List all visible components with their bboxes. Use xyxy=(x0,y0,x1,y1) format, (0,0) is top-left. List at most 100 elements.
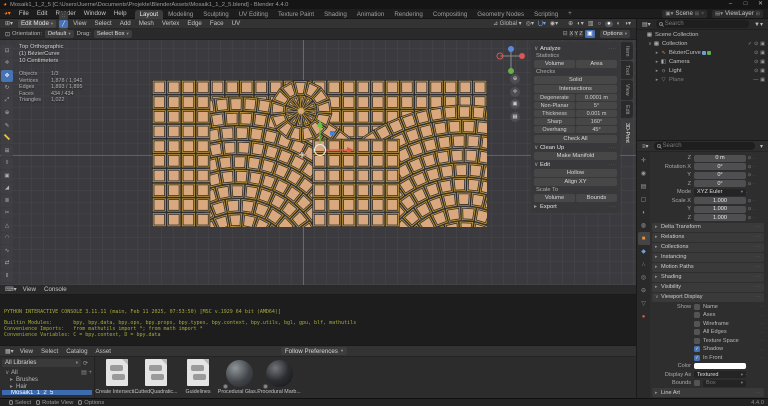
outliner-search-input[interactable]: Search xyxy=(656,20,749,28)
tool-scale[interactable]: ⤢ xyxy=(1,95,13,107)
animate-dot[interactable]: · xyxy=(753,164,758,169)
check-thickness-button[interactable]: Thickness xyxy=(534,110,575,117)
area-button[interactable]: Area xyxy=(576,60,617,68)
animate-dot[interactable]: · xyxy=(761,330,766,335)
tool-measure[interactable]: 📏 xyxy=(1,133,13,145)
tool-knife[interactable]: ✂ xyxy=(1,208,13,220)
eye-icon[interactable]: ⊙ xyxy=(754,50,758,56)
tool-move[interactable]: ✥ xyxy=(1,70,13,82)
tool-cursor[interactable]: ✛ xyxy=(1,58,13,70)
animate-dot[interactable]: · xyxy=(746,372,751,377)
viewport-menu-uv[interactable]: UV xyxy=(228,20,245,27)
workspace-tab-layout[interactable]: Layout xyxy=(135,10,164,19)
eye-closed-icon[interactable]: — xyxy=(753,77,758,83)
drag-dropdown[interactable]: Select Box▾ xyxy=(94,30,132,38)
workspace-tab-animation[interactable]: Animation xyxy=(352,10,390,19)
shading-solid-icon[interactable]: ● xyxy=(605,21,613,27)
edit-section-header[interactable]: ∨Edit···· xyxy=(534,161,617,169)
tool-poly-build[interactable]: △ xyxy=(1,220,13,232)
outliner-filter-icon[interactable]: ▼▾ xyxy=(754,21,763,28)
section-delta-transform[interactable]: ▸Delta Transform··· xyxy=(652,223,764,232)
camera-icon[interactable]: ▣ xyxy=(760,68,765,74)
scene-selector[interactable]: ▣▾ Scene ⊞ × xyxy=(662,10,707,18)
transform-row-0-field[interactable]: 0 m xyxy=(694,155,746,162)
shading-rendered-icon[interactable]: ◑▾ xyxy=(624,20,631,27)
workspace-tab-compositing[interactable]: Compositing xyxy=(428,10,472,19)
section-shading[interactable]: ▸Shading··· xyxy=(652,273,764,282)
properties-tab-material[interactable]: ● xyxy=(638,310,650,323)
lock-icon[interactable]: ⊙ xyxy=(746,198,753,204)
tool-edge-slide[interactable]: ⇄ xyxy=(1,258,13,270)
properties-tab-object-data[interactable]: ▽ xyxy=(638,297,650,310)
camera-icon[interactable]: ▣ xyxy=(760,50,765,56)
checkbox-wireframe[interactable] xyxy=(694,321,700,327)
properties-tab-modifiers[interactable]: ◆ xyxy=(638,245,650,258)
object-color-swatch[interactable] xyxy=(694,363,746,369)
outliner-row-collection[interactable]: ∨▦Collection✓⊙▣ xyxy=(637,39,768,48)
transform-row-3-field[interactable]: 0° xyxy=(694,180,746,187)
lock-icon[interactable]: ⊙ xyxy=(746,155,753,161)
properties-tab-object[interactable]: ■ xyxy=(638,232,650,245)
outliner-row-plane[interactable]: ▸▽Plane—▣ xyxy=(637,75,768,84)
proportional-editing-icon[interactable]: ◉▾ xyxy=(550,20,558,27)
mode-dropdown[interactable]: Edit Mode▾ xyxy=(18,20,56,28)
bounds-checkbox[interactable] xyxy=(694,380,700,386)
mirror-y-button[interactable]: Y xyxy=(574,31,578,37)
import-method-dropdown[interactable]: Follow Preferences▾ xyxy=(281,347,347,355)
workspace-tab-sculpting[interactable]: Sculpting xyxy=(198,10,233,19)
toggle-xray-icon[interactable]: ▥ xyxy=(588,20,594,27)
editor-type-icon[interactable]: ⊞▾ xyxy=(5,20,13,27)
check-non-planar-value[interactable]: 5° xyxy=(576,102,617,109)
viewport-menu-vertex[interactable]: Vertex xyxy=(158,20,184,27)
animate-dot[interactable]: · xyxy=(753,215,758,220)
properties-tab-physics[interactable]: ◎ xyxy=(638,271,650,284)
camera-icon[interactable]: ▣ xyxy=(760,59,765,65)
mirror-z-button[interactable]: Z xyxy=(579,31,583,37)
checkbox-texture-space[interactable] xyxy=(694,338,700,344)
bounds-dropdown[interactable]: Box▾ xyxy=(703,380,746,387)
checkbox-axes[interactable] xyxy=(694,312,700,318)
outliner-row-light[interactable]: ▸☼Light⊙▣ xyxy=(637,66,768,75)
animate-dot[interactable]: · xyxy=(761,313,766,318)
transform-row-2-field[interactable]: 0° xyxy=(694,172,746,179)
lock-icon[interactable]: ⊙ xyxy=(746,206,753,212)
transform-orientation-dropdown[interactable]: ⊿ Global ▾ xyxy=(493,20,522,27)
export-section-header[interactable]: ▸Export···· xyxy=(534,203,617,211)
check-sharp-button[interactable]: Sharp xyxy=(534,118,575,125)
scale-row-0-field[interactable]: 1.000 xyxy=(694,197,746,204)
properties-tab-constraints[interactable]: ⊖ xyxy=(638,284,650,297)
asset-menu-catalog[interactable]: Catalog xyxy=(62,348,91,355)
vertex-select-icon[interactable]: ∷ xyxy=(59,12,68,20)
sidebar-tab-edit[interactable]: Edit xyxy=(621,101,633,118)
outliner-row-camera[interactable]: ▸◧Camera⊙▣ xyxy=(637,57,768,66)
tool-inset-faces[interactable]: ▣ xyxy=(1,170,13,182)
tool-loop-cut[interactable]: ≣ xyxy=(1,195,13,207)
refresh-library-icon[interactable]: ⟳ xyxy=(83,360,88,367)
mirror-x-button[interactable]: X xyxy=(569,31,573,37)
properties-tab-scene[interactable]: ◗ xyxy=(638,206,650,219)
check-sharp-value[interactable]: 160° xyxy=(576,118,617,125)
tool-annotate[interactable]: ✎ xyxy=(1,120,13,132)
workspace-tab-texture-paint[interactable]: Texture Paint xyxy=(273,10,319,19)
properties-tab-output[interactable]: ▤ xyxy=(638,180,650,193)
properties-tab-particles[interactable]: ∴ xyxy=(638,258,650,271)
lock-icon[interactable]: ⊙ xyxy=(746,164,753,170)
checkbox-all-edges[interactable] xyxy=(694,329,700,335)
asset-editor-icon[interactable]: ▦▾ xyxy=(5,348,14,355)
catalog-hair[interactable]: ▸Hair xyxy=(2,383,92,390)
sidebar-tab-item[interactable]: Item xyxy=(621,42,633,60)
asset-menu-view[interactable]: View xyxy=(16,348,37,355)
catalog-all[interactable]: ∨All▤ + xyxy=(2,369,92,376)
tool-shrink-fatten[interactable]: ⇕ xyxy=(1,270,13,282)
properties-tab-render[interactable]: ◉ xyxy=(638,167,650,180)
cleanup-section-header[interactable]: ∨Clean Up···· xyxy=(534,144,617,152)
navigation-gizmo[interactable] xyxy=(496,45,526,75)
check-overhang-value[interactable]: 45° xyxy=(576,126,617,133)
check-non-planar-button[interactable]: Non-Planar xyxy=(534,102,575,109)
snap-magnet-icon[interactable]: ⋃▾ xyxy=(538,20,546,27)
scale-bounds-button[interactable]: Bounds xyxy=(576,194,617,202)
tool-select-box[interactable]: ⊡ xyxy=(1,45,13,57)
scale-row-1-field[interactable]: 1.000 xyxy=(694,206,746,213)
asset-item[interactable]: Procedural Marb... xyxy=(257,358,301,387)
properties-editor-icon[interactable]: ≡▾ xyxy=(642,143,649,150)
